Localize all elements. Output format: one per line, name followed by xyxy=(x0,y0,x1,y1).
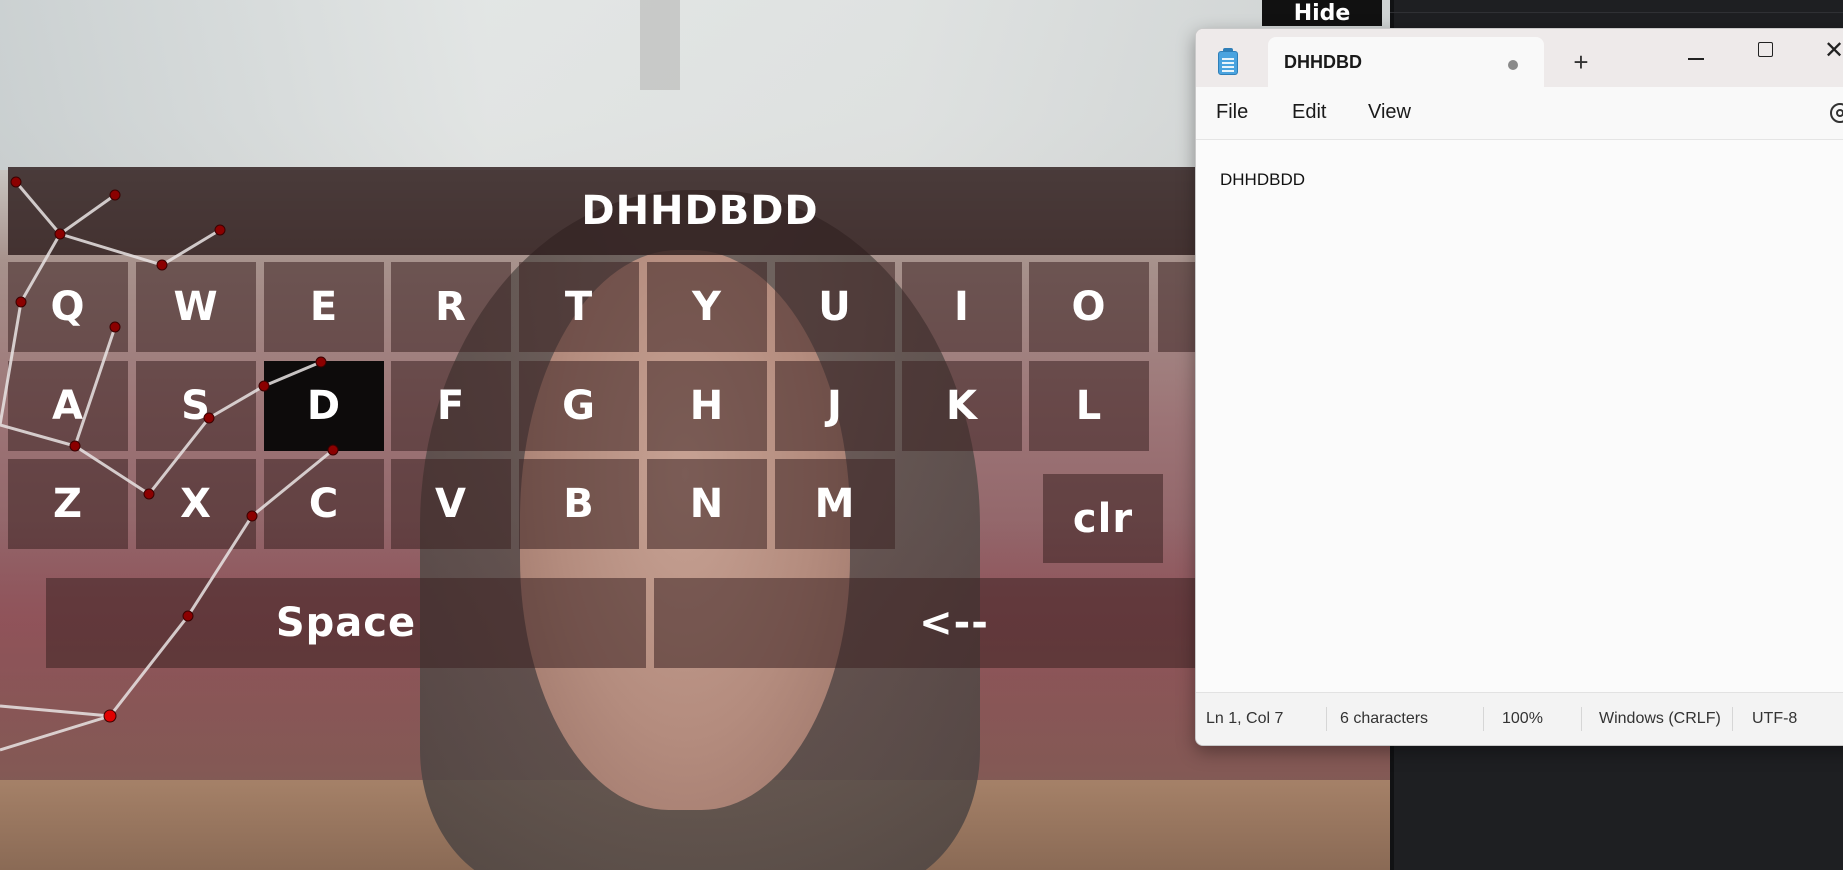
cursor-position[interactable]: Ln 1, Col 7 xyxy=(1206,710,1283,728)
menu-bar: File Edit View xyxy=(1196,87,1843,140)
landmark-point xyxy=(315,356,327,368)
editor-content[interactable]: DHHDBDD xyxy=(1220,170,1305,190)
status-divider xyxy=(1326,707,1327,731)
landmark-point xyxy=(109,321,121,333)
hand-bone-wrist xyxy=(0,704,111,718)
landmark-point xyxy=(10,176,22,188)
zoom-level[interactable]: 100% xyxy=(1502,710,1543,728)
hand-bone-ring xyxy=(0,326,117,448)
landmark-point xyxy=(109,189,121,201)
line-endings[interactable]: Windows (CRLF) xyxy=(1599,710,1721,728)
notepad-window[interactable]: DHHDBD + ✕ File Edit View DHHDBDD Ln 1, … xyxy=(1195,28,1843,746)
landmark-point xyxy=(258,380,270,392)
landmark-point xyxy=(143,488,155,500)
status-divider xyxy=(1581,707,1582,731)
status-divider xyxy=(1483,707,1484,731)
encoding[interactable]: UTF-8 xyxy=(1752,710,1797,728)
text-editor[interactable]: DHHDBDD xyxy=(1196,140,1843,692)
menu-edit[interactable]: Edit xyxy=(1292,101,1326,124)
gear-icon[interactable] xyxy=(1830,103,1843,123)
status-bar: Ln 1, Col 7 6 characters 100% Windows (C… xyxy=(1196,692,1843,745)
tab-title: DHHDBD xyxy=(1284,52,1362,72)
status-divider xyxy=(1732,707,1733,731)
hand-landmarks xyxy=(0,176,339,752)
landmark-point xyxy=(214,224,226,236)
landmark-point xyxy=(69,440,81,452)
maximize-icon[interactable] xyxy=(1758,42,1773,57)
menu-file[interactable]: File xyxy=(1216,101,1248,124)
close-icon[interactable]: ✕ xyxy=(1824,39,1843,63)
landmark-point xyxy=(327,444,339,456)
unsaved-dot-icon[interactable] xyxy=(1508,60,1518,70)
landmark-point xyxy=(15,296,27,308)
hand-bone-pinky xyxy=(74,360,322,497)
notepad-icon xyxy=(1218,48,1238,75)
minimize-icon[interactable] xyxy=(1686,49,1706,69)
landmark-point xyxy=(182,610,194,622)
menu-view[interactable]: View xyxy=(1368,101,1411,124)
landmark-point xyxy=(246,510,258,522)
hand-bone-thumb xyxy=(0,448,334,752)
landmark-point xyxy=(54,228,66,240)
tab-document[interactable]: DHHDBD xyxy=(1268,37,1544,89)
title-bar[interactable]: DHHDBD + ✕ xyxy=(1196,29,1843,89)
panel-rule xyxy=(1390,12,1843,13)
landmark-point xyxy=(156,259,168,271)
new-tab-button[interactable]: + xyxy=(1566,47,1596,77)
character-count: 6 characters xyxy=(1340,710,1429,727)
landmark-point xyxy=(103,709,117,723)
landmark-point xyxy=(203,412,215,424)
